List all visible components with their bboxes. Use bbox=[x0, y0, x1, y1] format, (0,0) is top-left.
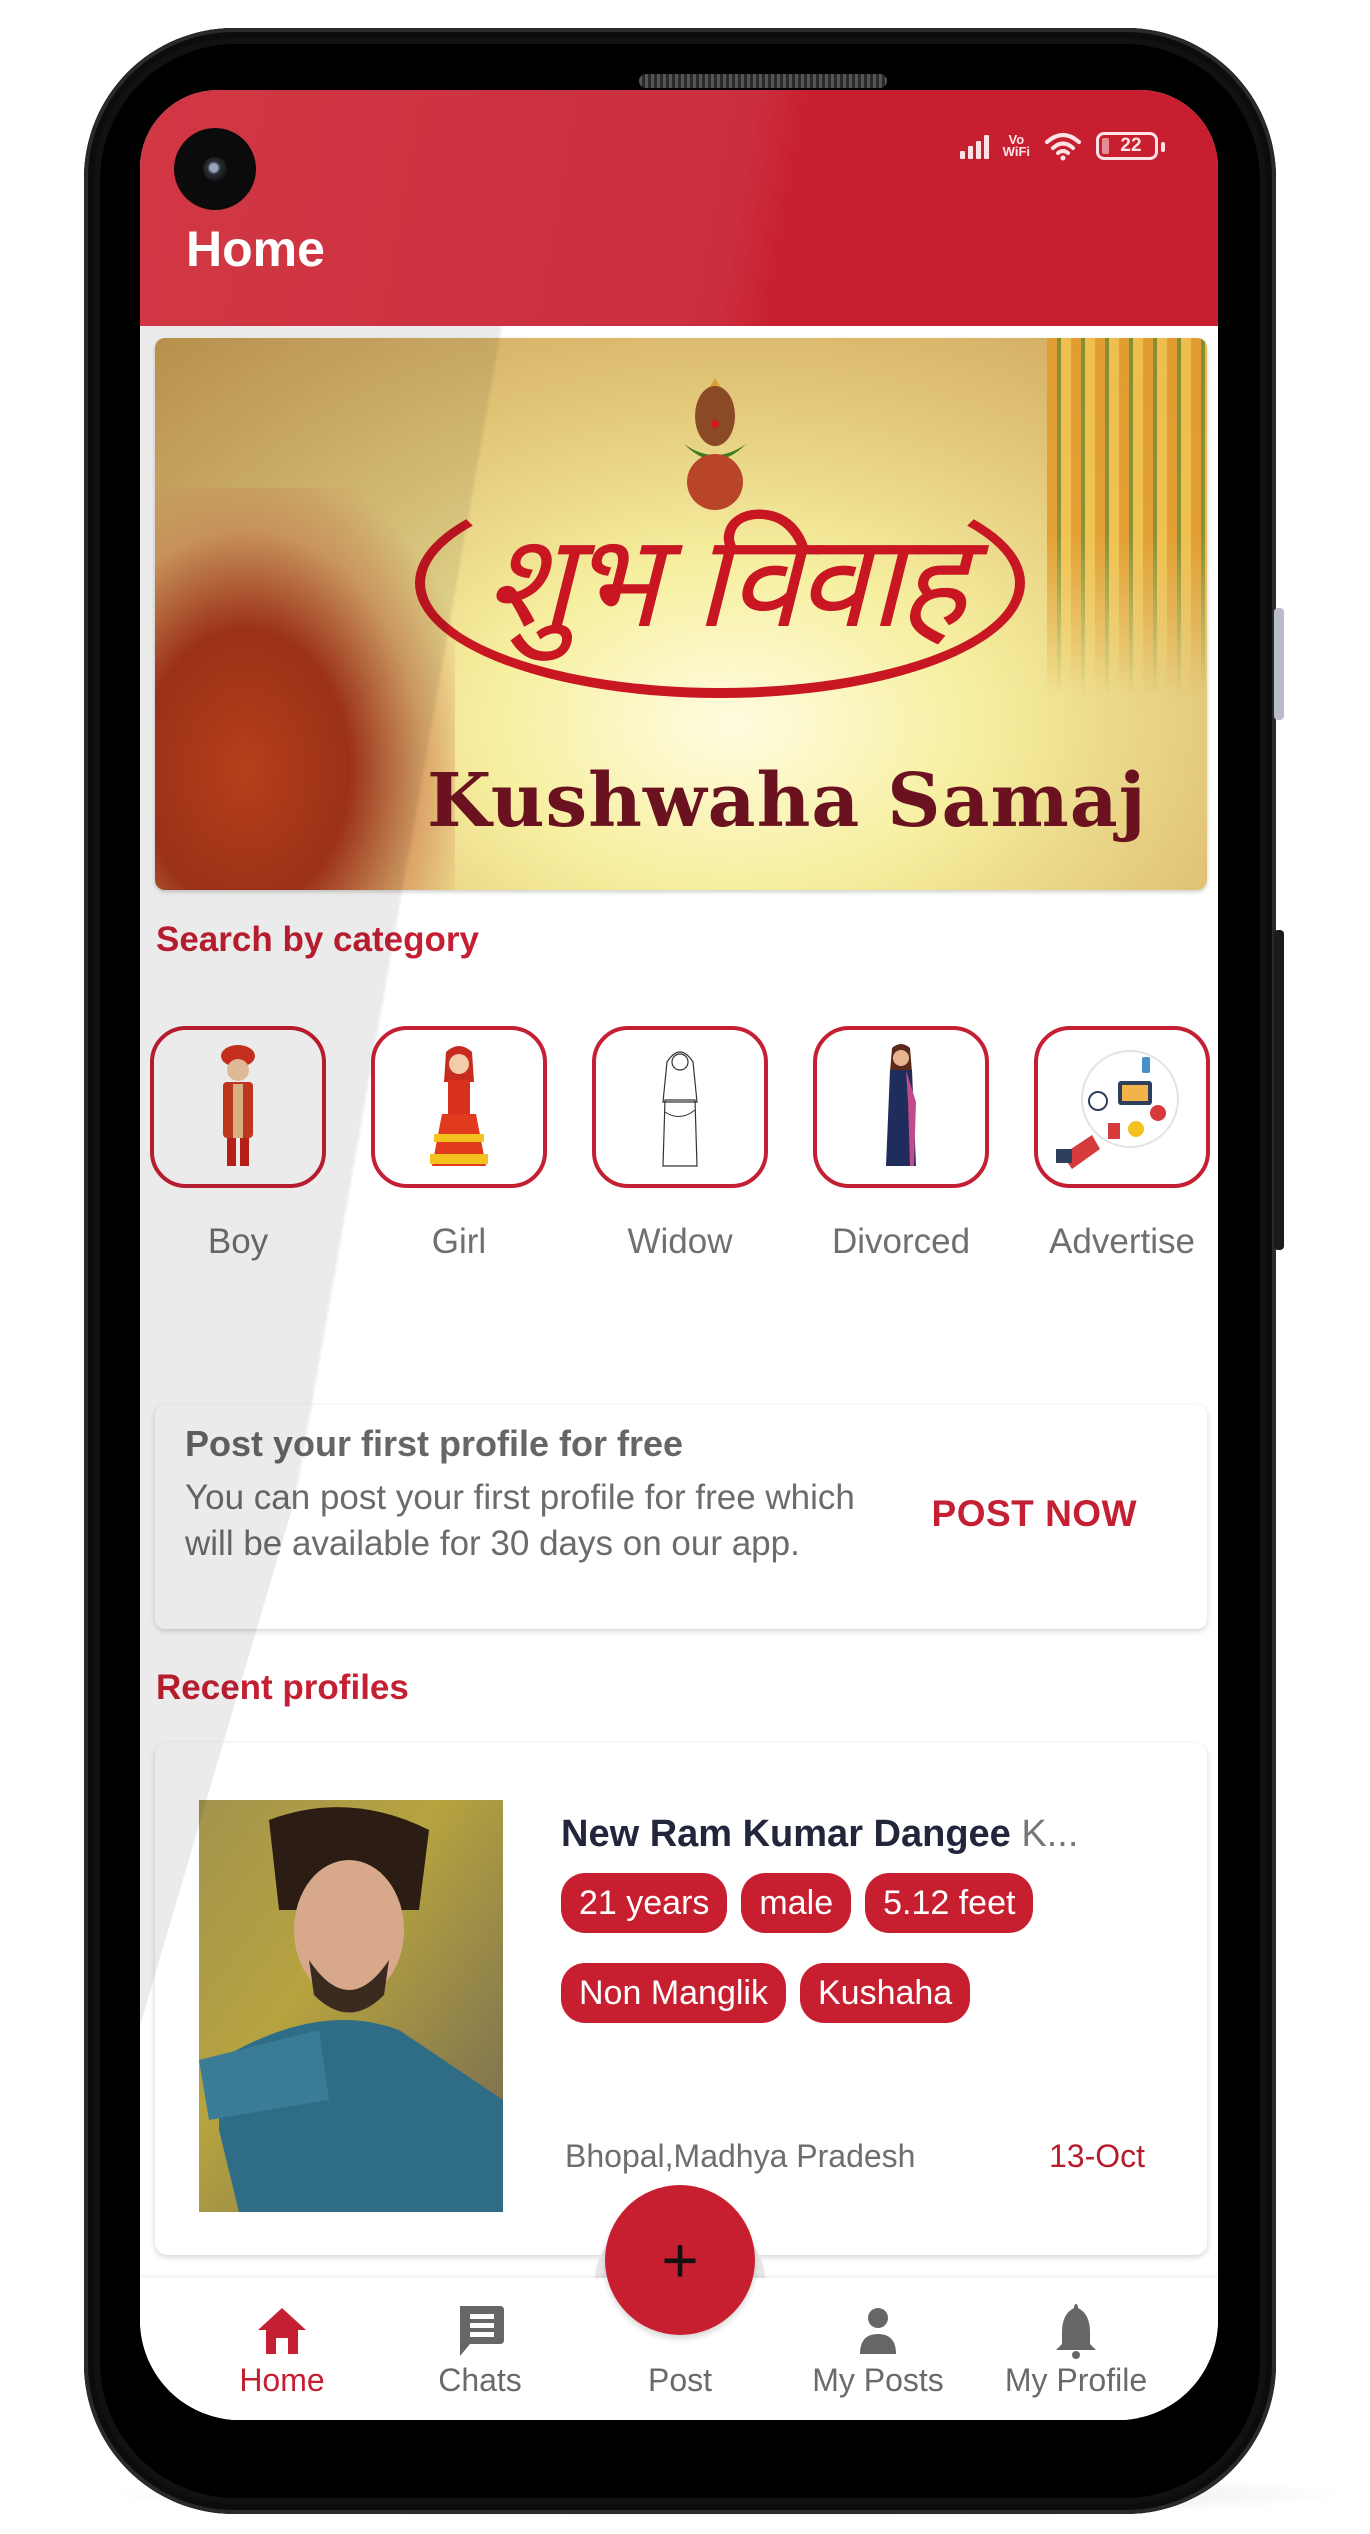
category-label: Advertise bbox=[1049, 1222, 1195, 1261]
category-widow-card[interactable] bbox=[592, 1026, 768, 1188]
nav-my-profile[interactable]: My Profile bbox=[976, 2278, 1176, 2420]
category-label: Widow bbox=[627, 1222, 733, 1261]
person-icon bbox=[860, 2308, 896, 2354]
banner-caption: Kushwaha Samaj bbox=[427, 758, 1147, 844]
nav-chats[interactable]: Chats bbox=[380, 2278, 580, 2420]
caste-tag: Kushaha bbox=[799, 1963, 971, 2023]
profile-date: 13-Oct bbox=[1048, 2138, 1145, 2174]
search-by-category-title: Search by category bbox=[156, 920, 479, 959]
front-camera bbox=[174, 128, 256, 210]
category-divorced-card[interactable] bbox=[813, 1026, 989, 1188]
manglik-tag: Non Manglik bbox=[561, 1963, 786, 2023]
page-title: Home bbox=[186, 221, 325, 277]
category-boy[interactable]: Boy bbox=[150, 1026, 326, 1262]
add-post-fab[interactable]: + bbox=[605, 2185, 755, 2335]
nav-my-posts[interactable]: My Posts bbox=[778, 2278, 978, 2420]
category-list: Boy Girl Widow Divorced Advertise bbox=[150, 1026, 1218, 1262]
earpiece-speaker bbox=[639, 74, 887, 88]
profile-tags: 21 years male 5.12 feet Non Manglik Kush… bbox=[561, 1873, 1161, 2023]
profile-name[interactable]: New Ram Kumar Dangee K... bbox=[561, 1813, 1078, 1856]
height-tag: 5.12 feet bbox=[865, 1873, 1034, 1933]
category-divorced[interactable]: Divorced bbox=[813, 1026, 989, 1262]
profile-photo bbox=[199, 1800, 503, 2212]
profile-card[interactable]: New Ram Kumar Dangee K... 21 years male … bbox=[155, 1743, 1207, 2255]
battery-icon: 22 bbox=[1096, 132, 1165, 160]
advertise-icon bbox=[1056, 1050, 1179, 1169]
age-tag: 21 years bbox=[561, 1873, 728, 1933]
app-screen: Vo WiFi 22 Home शुभ विवाह Kushwaha Samaj… bbox=[140, 90, 1218, 2420]
promo-description: You can post your first profile for free… bbox=[185, 1478, 855, 1563]
free-post-promo-card: Post your first profile for free You can… bbox=[155, 1405, 1207, 1629]
chat-icon bbox=[460, 2306, 504, 2356]
nav-label: Post bbox=[647, 2362, 713, 2398]
battery-level: 22 bbox=[1120, 135, 1142, 156]
wedding-banner[interactable]: शुभ विवाह Kushwaha Samaj bbox=[155, 338, 1207, 890]
power-button bbox=[1274, 930, 1284, 1250]
widow-icon bbox=[662, 1051, 698, 1167]
woman-saree-icon bbox=[886, 1044, 916, 1166]
category-boy-card[interactable] bbox=[150, 1026, 326, 1188]
recent-profiles-title: Recent profiles bbox=[156, 1668, 409, 1707]
vowifi-indicator: Vo WiFi bbox=[1002, 132, 1030, 159]
category-label: Girl bbox=[431, 1222, 487, 1261]
nav-label: My Profile bbox=[1004, 2362, 1148, 2398]
nav-home[interactable]: Home bbox=[182, 2278, 382, 2420]
bell-icon bbox=[1056, 2304, 1096, 2359]
hands-illustration bbox=[155, 488, 455, 890]
app-bar: Vo WiFi 22 Home bbox=[140, 90, 1218, 326]
status-bar: Vo WiFi 22 bbox=[959, 126, 1165, 166]
nav-label: Home bbox=[239, 2362, 325, 2398]
profile-location: Bhopal,Madhya Pradesh bbox=[565, 2138, 916, 2174]
bride-icon bbox=[430, 1046, 488, 1166]
signal-icon bbox=[959, 133, 989, 159]
category-label: Divorced bbox=[831, 1222, 971, 1261]
plus-icon: + bbox=[661, 2224, 699, 2296]
promo-title: Post your first profile for free bbox=[185, 1423, 684, 1464]
category-label: Boy bbox=[207, 1222, 269, 1261]
home-icon bbox=[258, 2308, 306, 2354]
category-advertise[interactable]: Advertise bbox=[1034, 1026, 1210, 1262]
volume-button bbox=[1274, 608, 1284, 720]
nav-label: Chats bbox=[438, 2362, 522, 2398]
groom-icon bbox=[221, 1045, 255, 1166]
profile-photo-image bbox=[199, 1800, 503, 2212]
category-girl-card[interactable] bbox=[371, 1026, 547, 1188]
banner-hindi-text: शुभ विवाह bbox=[485, 505, 967, 657]
category-widow[interactable]: Widow bbox=[592, 1026, 768, 1262]
wifi-icon bbox=[1045, 133, 1081, 161]
category-advertise-card[interactable] bbox=[1034, 1026, 1210, 1188]
post-now-button[interactable]: POST NOW bbox=[932, 1493, 1137, 1535]
category-girl[interactable]: Girl bbox=[371, 1026, 547, 1262]
gender-tag: male bbox=[741, 1873, 852, 1933]
garland-illustration bbox=[1047, 338, 1207, 698]
nav-label: My Posts bbox=[812, 2362, 944, 2398]
